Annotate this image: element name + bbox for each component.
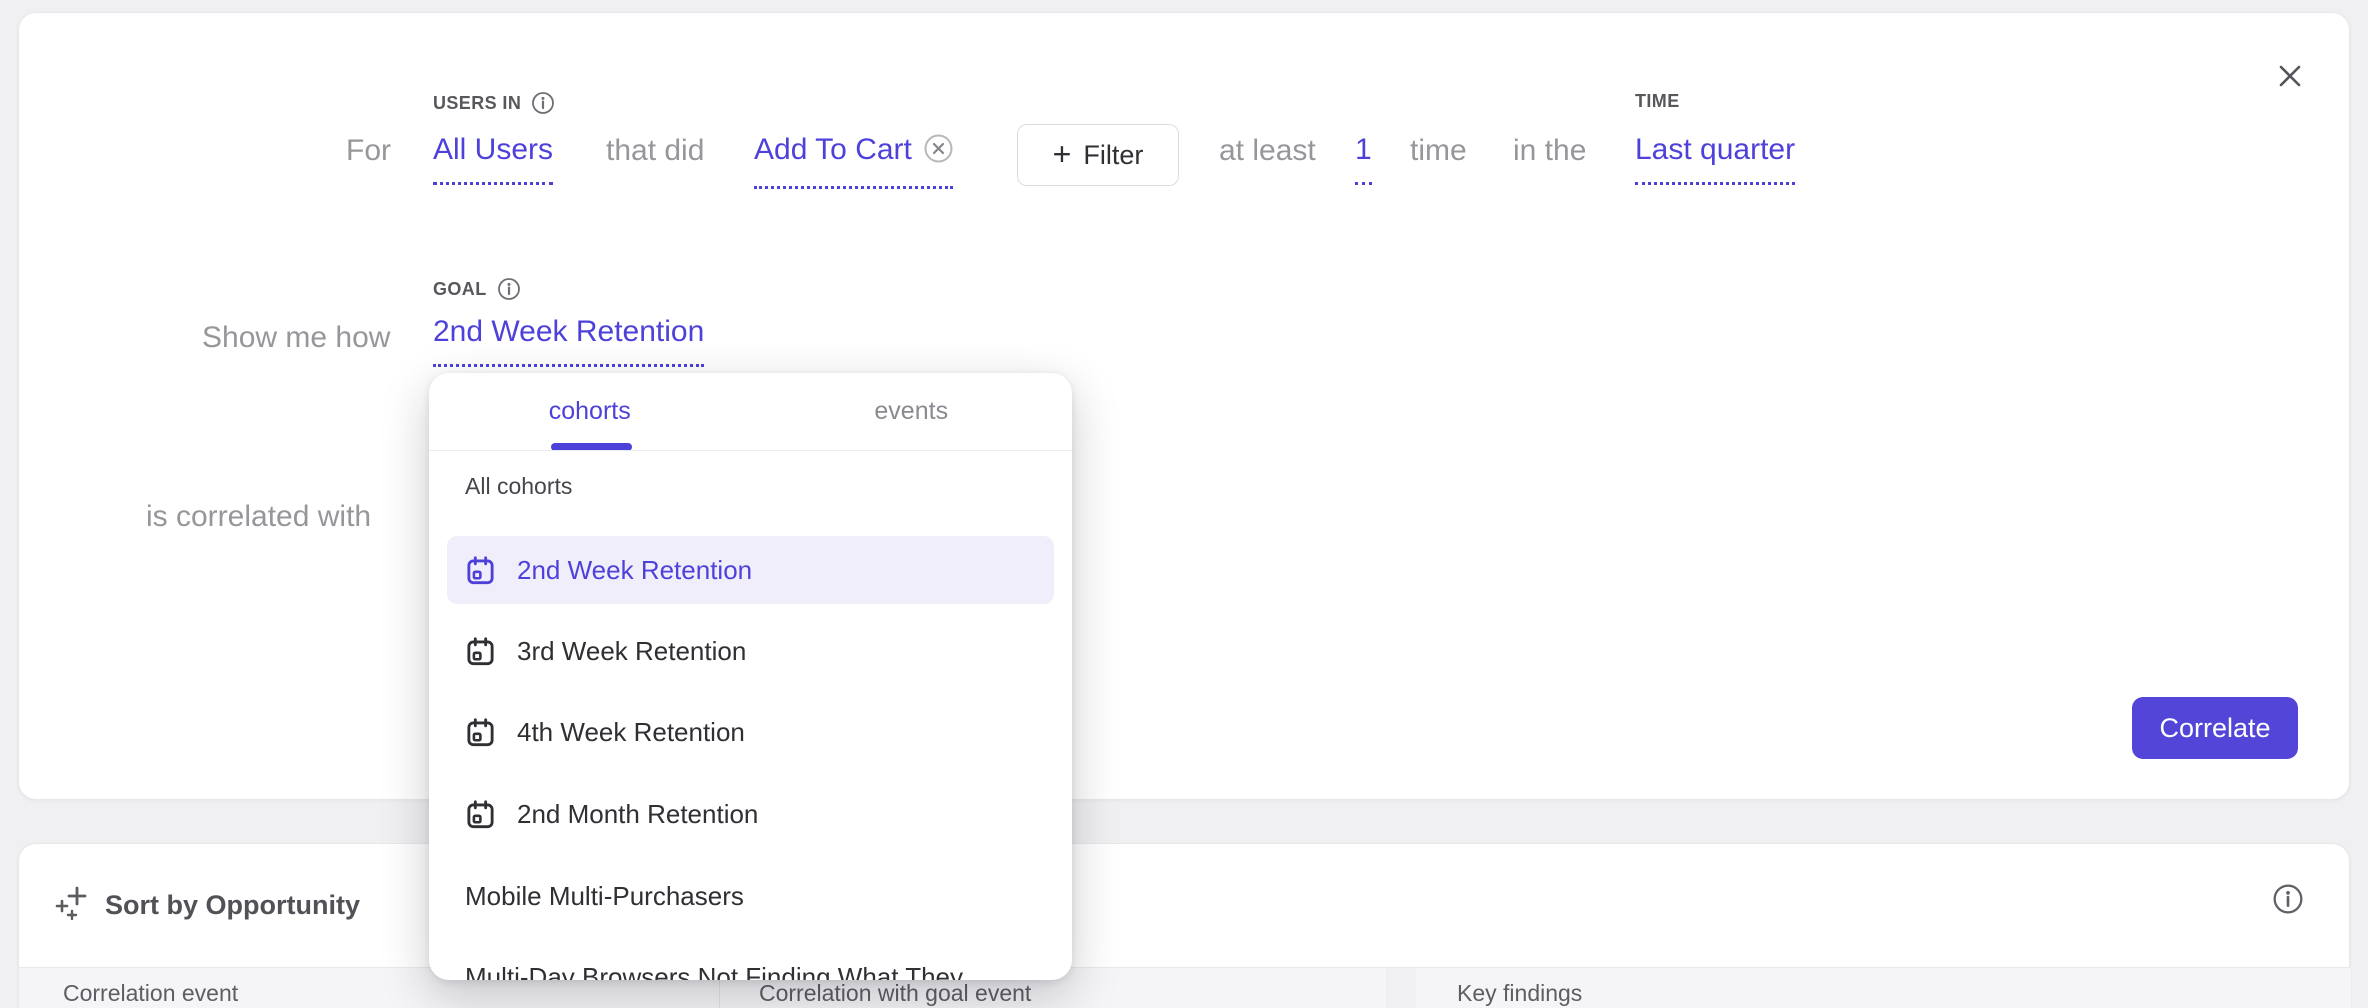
plus-icon: + <box>1053 138 1072 170</box>
close-button[interactable] <box>2273 61 2307 95</box>
tab-cohorts[interactable]: cohorts <box>429 373 751 450</box>
panel-gap <box>1386 968 1416 1008</box>
column-header-correlation-with-goal: Correlation with goal event <box>759 980 1031 1007</box>
goal-section-label: GOAL <box>433 277 521 301</box>
all-cohorts-label: All cohorts <box>465 473 572 500</box>
goal-selector[interactable]: 2nd Week Retention <box>433 315 704 367</box>
column-header-correlation-event: Correlation event <box>63 980 238 1007</box>
info-icon[interactable] <box>531 91 555 115</box>
sort-by-opportunity-button[interactable]: Sort by Opportunity <box>55 884 360 927</box>
divider <box>429 450 1072 451</box>
list-item-multi-day-browsers[interactable]: Multi-Day Browsers Not Finding What They <box>447 943 1054 980</box>
that-did-label: that did <box>606 134 704 168</box>
add-filter-button[interactable]: + Filter <box>1017 124 1179 186</box>
list-item-2nd-week-retention[interactable]: 2nd Week Retention <box>447 536 1054 604</box>
count-selector[interactable]: 1 <box>1355 133 1372 185</box>
column-header-key-findings: Key findings <box>1457 980 1582 1007</box>
event-selector[interactable]: Add To Cart <box>754 133 953 189</box>
users-in-label: USERS IN <box>433 91 555 115</box>
remove-event-icon[interactable] <box>924 134 953 171</box>
time-unit-label: time <box>1410 134 1467 168</box>
calendar-icon <box>465 799 496 830</box>
calendar-icon <box>465 555 496 586</box>
users-selector[interactable]: All Users <box>433 133 553 185</box>
sparkle-plus-icon <box>55 884 91 927</box>
sort-by-opportunity-label: Sort by Opportunity <box>105 890 360 921</box>
list-item-4th-week-retention[interactable]: 4th Week Retention <box>447 698 1054 766</box>
dropdown-tabs: cohorts events <box>429 373 1072 450</box>
goal-picker-dropdown: cohorts events All cohorts 2nd Week Rete… <box>429 373 1072 980</box>
in-the-label: in the <box>1513 134 1586 168</box>
list-item-2nd-month-retention[interactable]: 2nd Month Retention <box>447 780 1054 848</box>
correlation-builder-card: For USERS IN All Users that did Add To C… <box>18 12 2350 800</box>
time-range-selector[interactable]: Last quarter <box>1635 133 1795 185</box>
calendar-icon <box>465 717 496 748</box>
time-section-label: TIME <box>1635 91 1680 112</box>
list-item-3rd-week-retention[interactable]: 3rd Week Retention <box>447 617 1054 685</box>
info-icon <box>2272 883 2304 920</box>
results-card: Sort by Opportunity Correlation event Co… <box>18 843 2350 1008</box>
show-me-how-label: Show me how <box>202 321 390 355</box>
tab-events[interactable]: events <box>751 373 1073 450</box>
list-item-mobile-multi-purchasers[interactable]: Mobile Multi-Purchasers <box>447 862 1054 930</box>
calendar-icon <box>465 636 496 667</box>
results-info-button[interactable] <box>2271 884 2305 918</box>
close-icon <box>2277 63 2303 94</box>
correlate-button[interactable]: Correlate <box>2132 697 2298 759</box>
correlated-with-label: is correlated with <box>146 500 371 534</box>
at-least-label: at least <box>1219 134 1316 168</box>
for-label: For <box>346 134 391 168</box>
info-icon[interactable] <box>497 277 521 301</box>
